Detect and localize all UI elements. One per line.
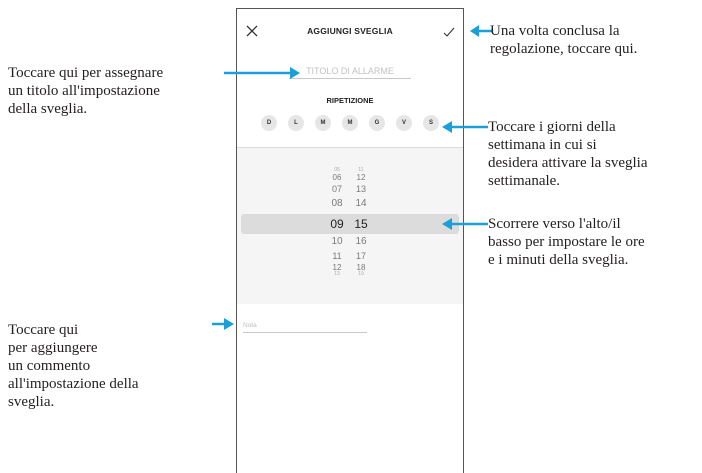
callout-note: Toccare qui per aggiungere un commento a… <box>8 321 139 411</box>
alarm-title-input[interactable] <box>289 64 411 79</box>
callout-title: Toccare qui per assegnare un titolo all'… <box>8 64 163 118</box>
callout-text: Una volta conclusa la <box>490 23 620 39</box>
note-section <box>237 304 463 473</box>
callout-text: basso per impostare le ore <box>488 234 645 250</box>
minute-option[interactable]: 17 <box>351 252 371 261</box>
callout-scroll: Scorrere verso l'alto/il basso per impos… <box>488 215 645 269</box>
hour-option[interactable]: 08 <box>327 199 347 209</box>
hour-option[interactable]: 06 <box>327 174 347 182</box>
day-button-saturday[interactable]: S <box>423 115 439 131</box>
checkmark-icon[interactable] <box>443 26 455 38</box>
selected-hour[interactable]: 09 <box>327 218 347 230</box>
hour-option[interactable]: 11 <box>327 252 347 261</box>
arrow-days-icon <box>442 121 488 133</box>
weekday-selector: D L M M G V S <box>261 115 441 131</box>
callout-text: e i minuti della sveglia. <box>488 252 629 268</box>
day-button-friday[interactable]: V <box>396 115 412 131</box>
minute-option[interactable]: 12 <box>351 174 371 182</box>
callout-text: un commento <box>8 358 91 374</box>
arrow-scroll-icon <box>442 218 488 230</box>
callout-text: all'impostazione della <box>8 376 139 392</box>
minute-option[interactable]: 14 <box>351 199 371 209</box>
callout-text: un titolo all'impostazione <box>8 83 160 99</box>
day-button-monday[interactable]: L <box>288 115 304 131</box>
callout-text: settimana in cui si <box>488 137 597 153</box>
hour-option[interactable]: 13 <box>327 272 347 277</box>
selected-minute[interactable]: 15 <box>351 218 371 230</box>
day-button-sunday[interactable]: D <box>261 115 277 131</box>
minute-option[interactable]: 13 <box>351 185 371 194</box>
callout-text: Toccare i giorni della <box>488 119 616 135</box>
minute-option[interactable]: 19 <box>351 272 371 277</box>
callout-text: per aggiungere <box>8 340 98 356</box>
note-input[interactable] <box>243 319 367 333</box>
callout-text: settimanale. <box>488 173 561 189</box>
arrow-note-icon <box>212 318 234 330</box>
minute-option[interactable]: 16 <box>351 237 371 247</box>
repeat-label: RIPETIZIONE <box>326 96 374 105</box>
callout-confirm: Una volta conclusa la regolazione, tocca… <box>490 22 637 58</box>
day-button-wednesday[interactable]: M <box>342 115 358 131</box>
day-button-tuesday[interactable]: M <box>315 115 331 131</box>
callout-days: Toccare i giorni della settimana in cui … <box>488 118 648 190</box>
callout-text: della sveglia. <box>8 101 88 117</box>
callout-text: Toccare qui per assegnare <box>8 65 164 81</box>
hour-option[interactable]: 10 <box>327 237 347 247</box>
arrow-title-icon <box>224 67 300 79</box>
callout-text: Toccare qui <box>8 322 79 338</box>
hour-option[interactable]: 07 <box>327 185 347 194</box>
time-picker[interactable]: 05 06 07 08 09 10 11 12 13 11 12 13 14 1… <box>237 147 463 305</box>
page-title: AGGIUNGI SVEGLIA <box>307 26 393 36</box>
callout-text: Scorrere verso l'alto/il <box>488 216 621 232</box>
callout-text: regolazione, toccare qui. <box>490 41 638 57</box>
callout-text: sveglia. <box>8 394 55 410</box>
arrow-confirm-icon <box>470 25 492 37</box>
day-button-thursday[interactable]: G <box>369 115 385 131</box>
picker-selection-band <box>241 214 459 234</box>
callout-text: desidera attivare la sveglia <box>488 155 648 171</box>
